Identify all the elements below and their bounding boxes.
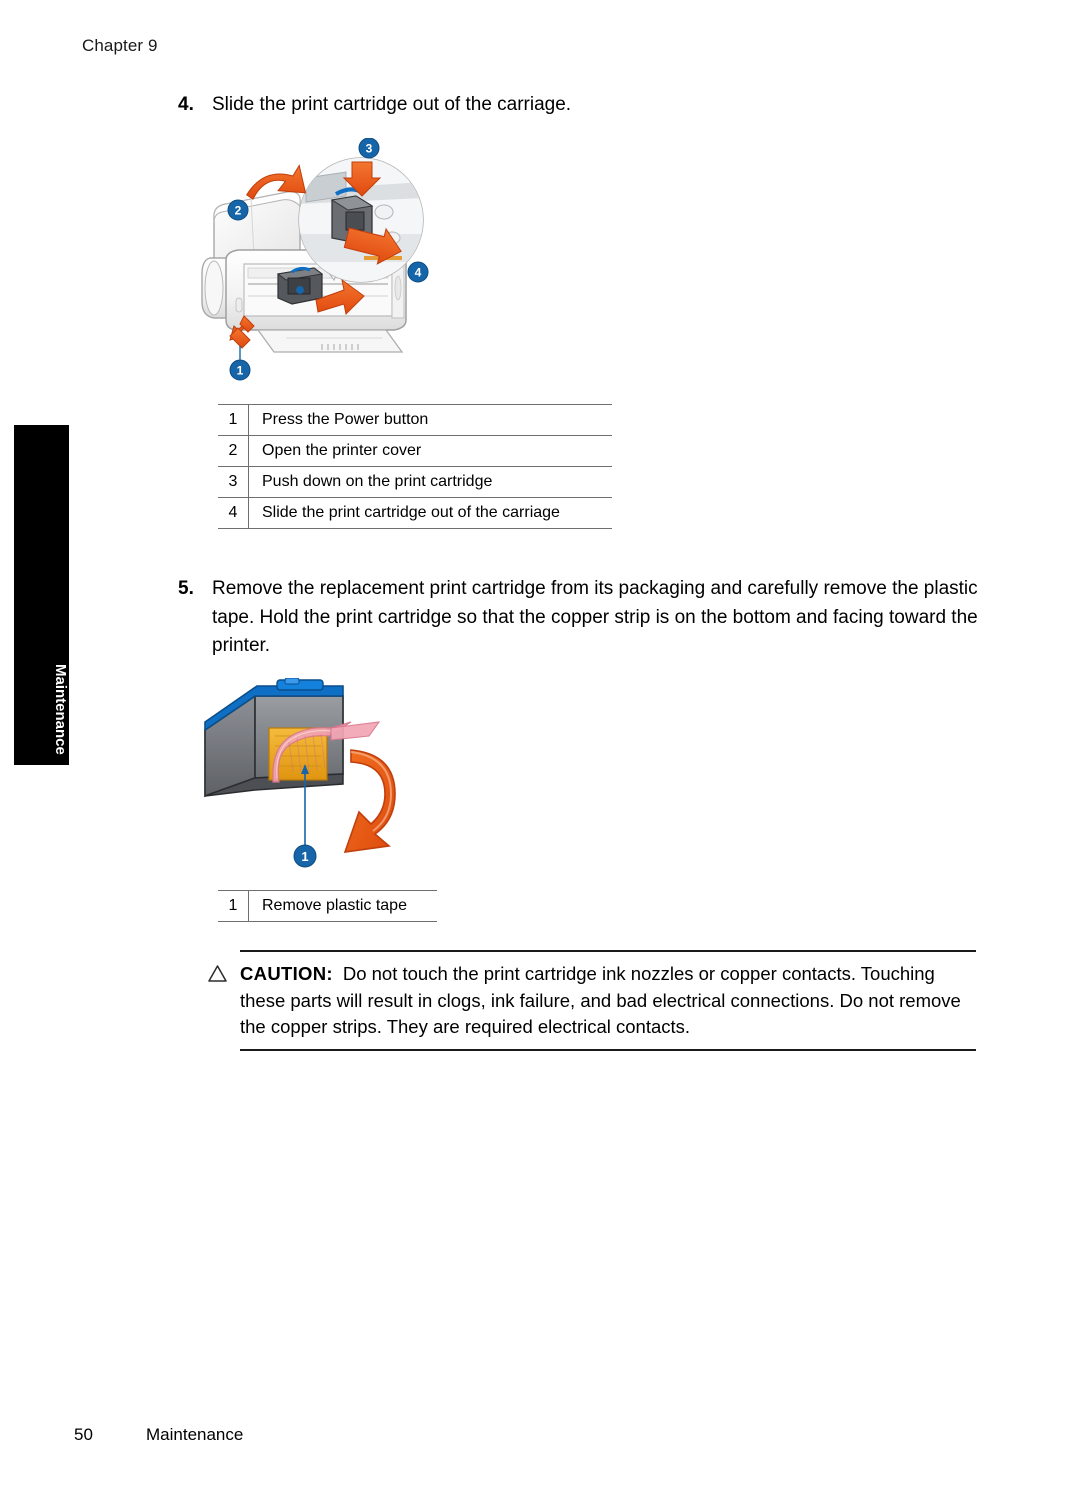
legend-number: 4 [218, 497, 249, 529]
legend-description: Press the Power button [248, 404, 612, 436]
footer-section: Maintenance [146, 1425, 244, 1444]
svg-text:2: 2 [235, 204, 242, 218]
print-cartridge-carriage [276, 266, 324, 305]
table-row: 3 Push down on the print cartridge [218, 466, 612, 498]
caution-text: Do not touch the print cartridge ink noz… [240, 963, 961, 1037]
caution-body: CAUTION: Do not touch the print cartridge… [208, 952, 976, 1049]
printer-legend-table: 1 Press the Power button 2 Open the prin… [218, 404, 612, 529]
printer-illustration: 2 3 4 1 [196, 137, 446, 393]
arrow-remove-tape [343, 749, 396, 853]
legend-description: Remove plastic tape [248, 890, 437, 922]
callout-badge-2: 2 [227, 199, 249, 221]
callout-badge-4: 4 [407, 261, 429, 283]
table-row: 1 Remove plastic tape [218, 890, 437, 922]
table-row: 4 Slide the print cartridge out of the c… [218, 497, 612, 529]
printer-illustration-svg: 2 3 4 1 [201, 137, 429, 381]
caution-block: CAUTION: Do not touch the print cartridge… [208, 950, 976, 1051]
legend-number: 1 [218, 890, 249, 922]
step-number: 4. [178, 94, 194, 115]
legend-number: 1 [218, 404, 249, 436]
step-item-4: 4. Slide the print cartridge out of the … [178, 91, 998, 120]
footer-page-number: 50 [74, 1425, 93, 1444]
caution-label: CAUTION: [240, 963, 333, 984]
warning-triangle-icon [208, 965, 227, 982]
edge-tab-maintenance: Maintenance [14, 425, 69, 765]
edge-tab-rotation-wrapper: Maintenance [14, 425, 69, 765]
magnifier-inset [298, 157, 424, 283]
cartridge-legend-table: 1 Remove plastic tape [218, 890, 437, 922]
caution-rule-bottom [240, 1048, 976, 1051]
legend-description: Open the printer cover [248, 435, 612, 467]
step-number: 5. [178, 578, 194, 599]
step-text: Slide the print cartridge out of the car… [212, 94, 572, 115]
callout-badge-3: 3 [358, 137, 380, 159]
callout-badge-1: 1 [293, 844, 317, 868]
page-footer: 50 Maintenance [74, 1425, 243, 1445]
table-row: 2 Open the printer cover [218, 435, 612, 467]
step-text: Remove the replacement print cartridge f… [212, 578, 978, 656]
step-item-5: 5. Remove the replacement print cartridg… [178, 575, 993, 661]
svg-text:3: 3 [366, 142, 373, 156]
svg-text:1: 1 [237, 364, 244, 378]
chapter-header: Chapter 9 [82, 36, 158, 55]
tray-grill [321, 344, 359, 350]
callout-badge-1: 1 [229, 359, 251, 381]
cartridge-illustration: 1 [193, 677, 443, 878]
legend-description: Slide the print cartridge out of the car… [248, 497, 612, 529]
svg-text:1: 1 [301, 849, 308, 864]
table-row: 1 Press the Power button [218, 404, 612, 436]
edge-tab-label: Maintenance [52, 664, 69, 755]
legend-description: Push down on the print cartridge [248, 466, 612, 498]
cartridge-illustration-svg: 1 [204, 677, 396, 868]
svg-text:4: 4 [415, 266, 422, 280]
legend-number: 3 [218, 466, 249, 498]
legend-number: 2 [218, 435, 249, 467]
